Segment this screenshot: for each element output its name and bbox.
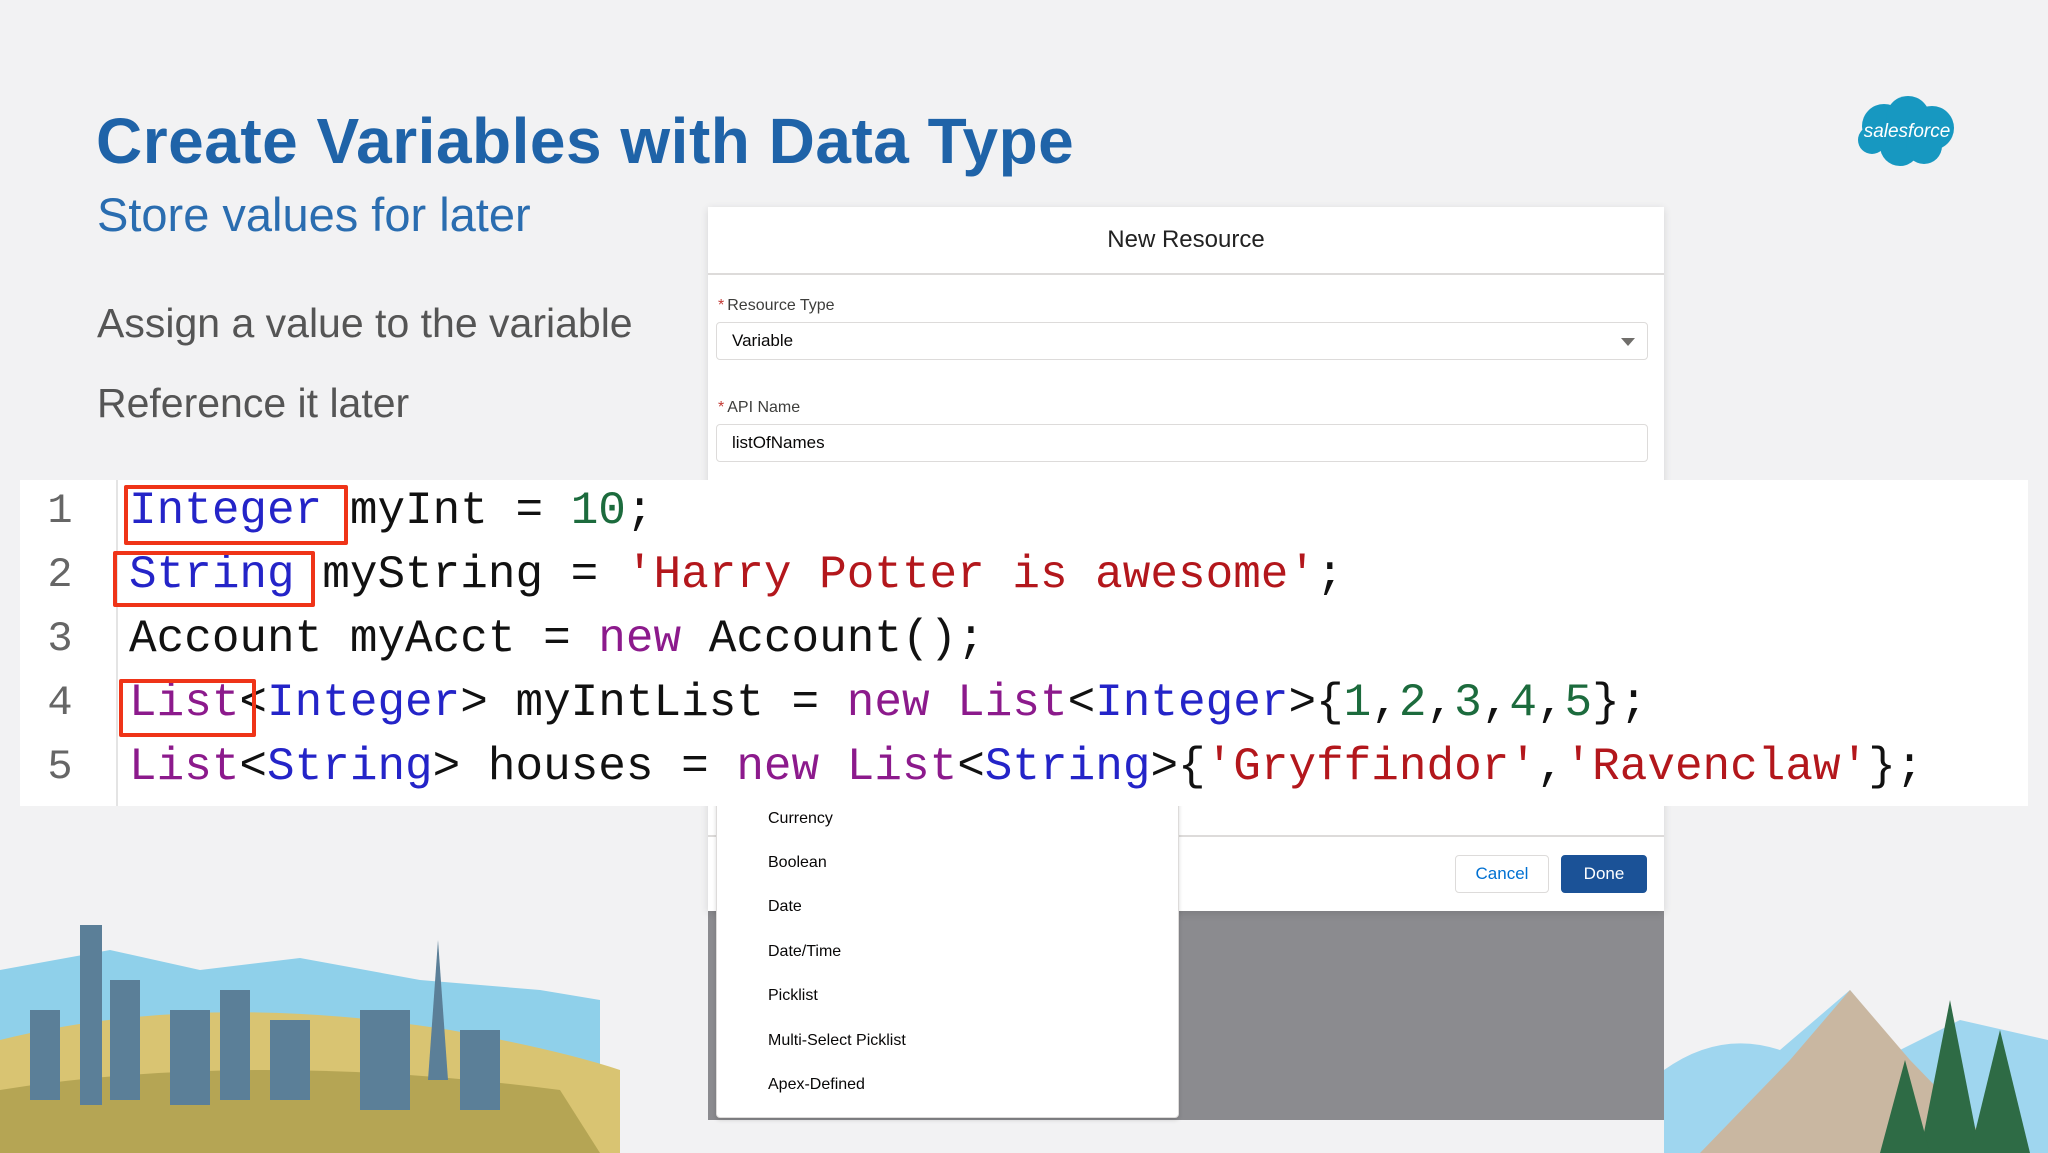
- code-token: ,: [1536, 741, 1565, 793]
- logo-text: salesforce: [1863, 121, 1951, 142]
- code-token: String: [267, 741, 433, 793]
- code-token: 3: [1454, 677, 1482, 729]
- highlight-integer: [124, 485, 348, 545]
- modal-title: New Resource: [708, 207, 1664, 275]
- bullet-reference: Reference it later: [97, 380, 410, 426]
- code-token: myInt =: [322, 485, 571, 537]
- api-name-input[interactable]: listOfNames: [716, 424, 1648, 462]
- code-token: ,: [1481, 677, 1510, 729]
- slide-subtitle: Store values for later: [97, 188, 531, 241]
- salesforce-logo: salesforce: [1852, 92, 1962, 172]
- code-token: List: [129, 741, 240, 793]
- code-token: new: [598, 613, 682, 665]
- required-marker: *: [718, 297, 725, 314]
- code-token: 4: [1509, 677, 1537, 729]
- code-token: >{: [1150, 741, 1206, 793]
- code-token: 10: [570, 485, 626, 537]
- code-token: ;: [625, 485, 654, 537]
- code-token: new: [736, 741, 820, 793]
- code-token: String: [984, 741, 1151, 793]
- gutter-divider: [116, 480, 118, 806]
- code-sample: 1 2 3 4 5 Integer myInt = 10; String myS…: [20, 480, 2028, 806]
- line-number: 2: [47, 551, 73, 599]
- code-token: > houses =: [432, 741, 737, 793]
- line-number: 5: [47, 743, 73, 791]
- code-token: };: [1868, 741, 1924, 793]
- code-token: Account myAcct =: [129, 613, 599, 665]
- code-token: List: [846, 741, 958, 793]
- done-button[interactable]: Done: [1561, 855, 1647, 893]
- dropdown-option-currency[interactable]: Currency: [768, 804, 833, 834]
- code-line-3: Account myAcct = new Account();: [129, 611, 985, 667]
- code-token: <: [957, 741, 985, 793]
- slide-title: Create Variables with Data Type: [96, 105, 1075, 177]
- api-name-label: * API Name: [718, 399, 801, 416]
- code-token: ,: [1536, 677, 1565, 729]
- code-token: <: [239, 741, 268, 793]
- chevron-down-icon: [1621, 338, 1635, 346]
- code-token: > myIntList =: [460, 677, 847, 729]
- code-token: 'Harry Potter is awesome': [625, 549, 1317, 601]
- code-token: ,: [1371, 677, 1399, 729]
- dropdown-option-boolean[interactable]: Boolean: [768, 848, 827, 878]
- code-line-4: List<Integer> myIntList = new List<Integ…: [129, 675, 1647, 731]
- city-skyline-illustration: [0, 925, 2048, 1153]
- bullet-assign: Assign a value to the variable: [97, 300, 633, 346]
- code-token: 5: [1564, 677, 1593, 729]
- line-number: 3: [47, 615, 73, 663]
- api-name-value: listOfNames: [732, 433, 825, 452]
- code-token: 'Ravenclaw': [1564, 741, 1869, 793]
- resource-type-label: * Resource Type: [718, 297, 835, 314]
- code-token: ,: [1426, 677, 1455, 729]
- highlight-list: [119, 679, 256, 737]
- code-token: 2: [1398, 677, 1427, 729]
- required-marker: *: [718, 399, 725, 416]
- code-token: myString =: [294, 549, 626, 601]
- code-token: 'Gryffindor': [1205, 741, 1537, 793]
- code-token: };: [1592, 677, 1648, 729]
- code-token: >{: [1288, 677, 1344, 729]
- code-token: List: [957, 677, 1068, 729]
- highlight-string: [113, 551, 315, 607]
- code-token: <: [1067, 677, 1096, 729]
- cancel-button[interactable]: Cancel: [1455, 855, 1549, 893]
- resource-type-select[interactable]: Variable: [716, 322, 1648, 360]
- resource-type-value: Variable: [732, 331, 794, 350]
- code-token: Integer: [267, 677, 461, 729]
- code-line-5: List<String> houses = new List<String>{'…: [129, 739, 1923, 795]
- code-token: new: [846, 677, 930, 729]
- line-number: 1: [47, 487, 73, 535]
- code-token: ;: [1316, 549, 1344, 601]
- line-number: 4: [47, 679, 73, 727]
- code-token: Account();: [681, 613, 985, 665]
- code-token: 1: [1343, 677, 1372, 729]
- code-token: Integer: [1095, 677, 1289, 729]
